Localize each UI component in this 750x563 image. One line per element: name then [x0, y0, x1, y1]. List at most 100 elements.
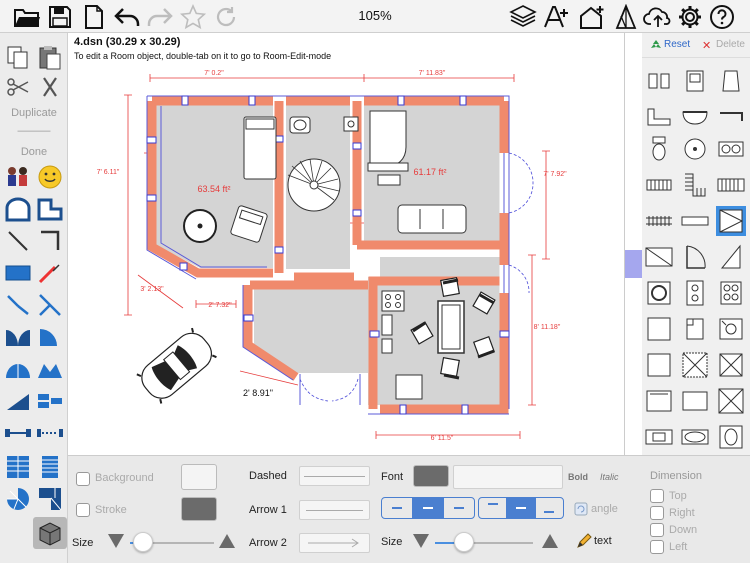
gear-icon[interactable] [675, 2, 705, 31]
stairs-narrow-icon[interactable] [36, 453, 64, 481]
align-left-button[interactable] [382, 498, 413, 518]
library-dryer-icon[interactable] [716, 314, 746, 344]
scissors-icon[interactable] [4, 73, 32, 101]
library-fence-icon[interactable] [644, 206, 674, 236]
l-stairs-icon[interactable] [36, 485, 64, 513]
line-tool-icon[interactable] [4, 227, 32, 255]
library-door-swing-icon[interactable] [680, 242, 710, 272]
font-name-field[interactable] [453, 465, 563, 489]
library-small-cabinet-icon[interactable] [680, 314, 710, 344]
library-chair-icon[interactable] [644, 66, 674, 96]
align-right-button[interactable] [444, 498, 474, 518]
align-center-button[interactable] [413, 498, 444, 518]
dumbbell-icon[interactable] [4, 419, 32, 447]
drawing-canvas[interactable]: 7' 0.2" 7' 11.83" 7' 6.11" 7' 7.92" 3' 2… [68, 33, 624, 455]
refresh-icon[interactable] [211, 2, 241, 31]
dimension-left-checkbox[interactable] [650, 540, 664, 554]
library-stove-icon[interactable] [680, 278, 710, 308]
library-window-selected-icon[interactable] [716, 206, 746, 236]
done-button[interactable]: Done [0, 146, 68, 158]
reset-button[interactable]: Reset [664, 39, 690, 50]
delete-x-icon[interactable] [36, 73, 64, 101]
library-double-basin-icon[interactable] [716, 134, 746, 164]
background-checkbox[interactable] [76, 472, 90, 486]
text-align-segmented[interactable] [381, 497, 475, 519]
spiral-stairs-icon[interactable] [4, 485, 32, 513]
angle-button[interactable]: angle [591, 503, 618, 515]
star-icon[interactable] [178, 2, 208, 31]
dashed-style-preview[interactable] [299, 466, 370, 486]
rectangle-tool-icon[interactable] [4, 259, 32, 287]
copy-icon[interactable] [4, 43, 32, 71]
library-armchair-icon[interactable] [680, 66, 710, 96]
valign-top-button[interactable] [479, 498, 508, 518]
size-slider-knob[interactable] [132, 532, 153, 552]
library-shelf-icon[interactable] [716, 102, 746, 132]
library-wardrobe-icon[interactable] [644, 242, 674, 272]
stairs-straight-icon[interactable] [4, 453, 32, 481]
library-cooktop-icon[interactable] [716, 278, 746, 308]
corner-line-icon[interactable] [36, 227, 64, 255]
library-crossed-box-icon[interactable] [680, 350, 710, 380]
house-add-icon[interactable] [577, 2, 607, 31]
valign-middle-button[interactable] [507, 498, 536, 518]
size-slider-track[interactable] [144, 542, 214, 544]
redo-icon[interactable] [145, 2, 175, 31]
library-bath-icon[interactable] [680, 102, 710, 132]
paste-icon[interactable] [36, 43, 64, 71]
double-door-icon[interactable] [4, 323, 32, 351]
font-size-slider-knob[interactable] [454, 532, 475, 552]
library-crossed-square-icon[interactable] [716, 386, 746, 416]
dimension-top-checkbox[interactable] [650, 489, 664, 503]
size-increase-icon[interactable] [219, 534, 235, 548]
bold-toggle[interactable]: Bold [568, 472, 588, 482]
dashed-bar-icon[interactable] [36, 419, 64, 447]
stroke-color-swatch[interactable] [181, 497, 217, 521]
undo-icon[interactable] [112, 2, 142, 31]
stroke-checkbox[interactable] [76, 503, 90, 517]
l-room-icon[interactable] [36, 195, 64, 223]
library-stool-icon[interactable] [716, 66, 746, 96]
library-l-stair-icon[interactable] [680, 170, 710, 200]
italic-toggle[interactable]: Italic [600, 472, 619, 482]
library-basin-icon[interactable] [680, 134, 710, 164]
vertical-scrollbar[interactable] [624, 33, 643, 455]
arch-window-icon[interactable] [4, 355, 32, 383]
scroll-thumb[interactable] [625, 250, 643, 278]
library-triangle-icon[interactable] [716, 242, 746, 272]
dimension-tool-icon[interactable] [36, 259, 64, 287]
library-shower-icon[interactable] [716, 422, 746, 452]
library-corner-sofa-icon[interactable] [644, 102, 674, 132]
cross-measure-icon[interactable] [36, 291, 64, 319]
size-decrease-icon[interactable] [108, 534, 124, 548]
library-bench-icon[interactable] [680, 206, 710, 236]
valign-bottom-button[interactable] [536, 498, 563, 518]
quarter-door-icon[interactable] [36, 323, 64, 351]
people-icon[interactable] [4, 163, 32, 191]
font-size-decrease-icon[interactable] [413, 534, 429, 548]
library-crossed-panel-icon[interactable] [716, 350, 746, 380]
background-color-swatch[interactable] [181, 464, 217, 490]
floor-plan[interactable]: 7' 0.2" 7' 11.83" 7' 6.11" 7' 7.92" 3' 2… [68, 33, 624, 455]
font-size-increase-icon[interactable] [542, 534, 558, 548]
library-table-icon[interactable] [680, 386, 710, 416]
text-add-icon[interactable] [541, 2, 571, 31]
folder-open-icon[interactable] [12, 2, 42, 31]
delete-button[interactable]: Delete [716, 39, 745, 50]
text-valign-segmented[interactable] [478, 497, 564, 519]
angled-measure-icon[interactable] [4, 291, 32, 319]
library-oval-tub-icon[interactable] [680, 422, 710, 452]
library-washer-icon[interactable] [644, 278, 674, 308]
library-box-icon[interactable] [644, 350, 674, 380]
library-wc-icon[interactable] [644, 134, 674, 164]
library-fridge-icon[interactable] [644, 386, 674, 416]
library-counter-sink-icon[interactable] [644, 422, 674, 452]
help-icon[interactable] [707, 2, 737, 31]
smiley-icon[interactable] [36, 163, 64, 191]
bay-window-icon[interactable] [36, 355, 64, 383]
arch-room-icon[interactable] [4, 195, 32, 223]
library-radiator-icon[interactable] [644, 170, 674, 200]
arrow2-style-preview[interactable] [299, 533, 370, 553]
library-straight-stair-icon[interactable] [716, 170, 746, 200]
new-document-icon[interactable] [79, 2, 109, 31]
